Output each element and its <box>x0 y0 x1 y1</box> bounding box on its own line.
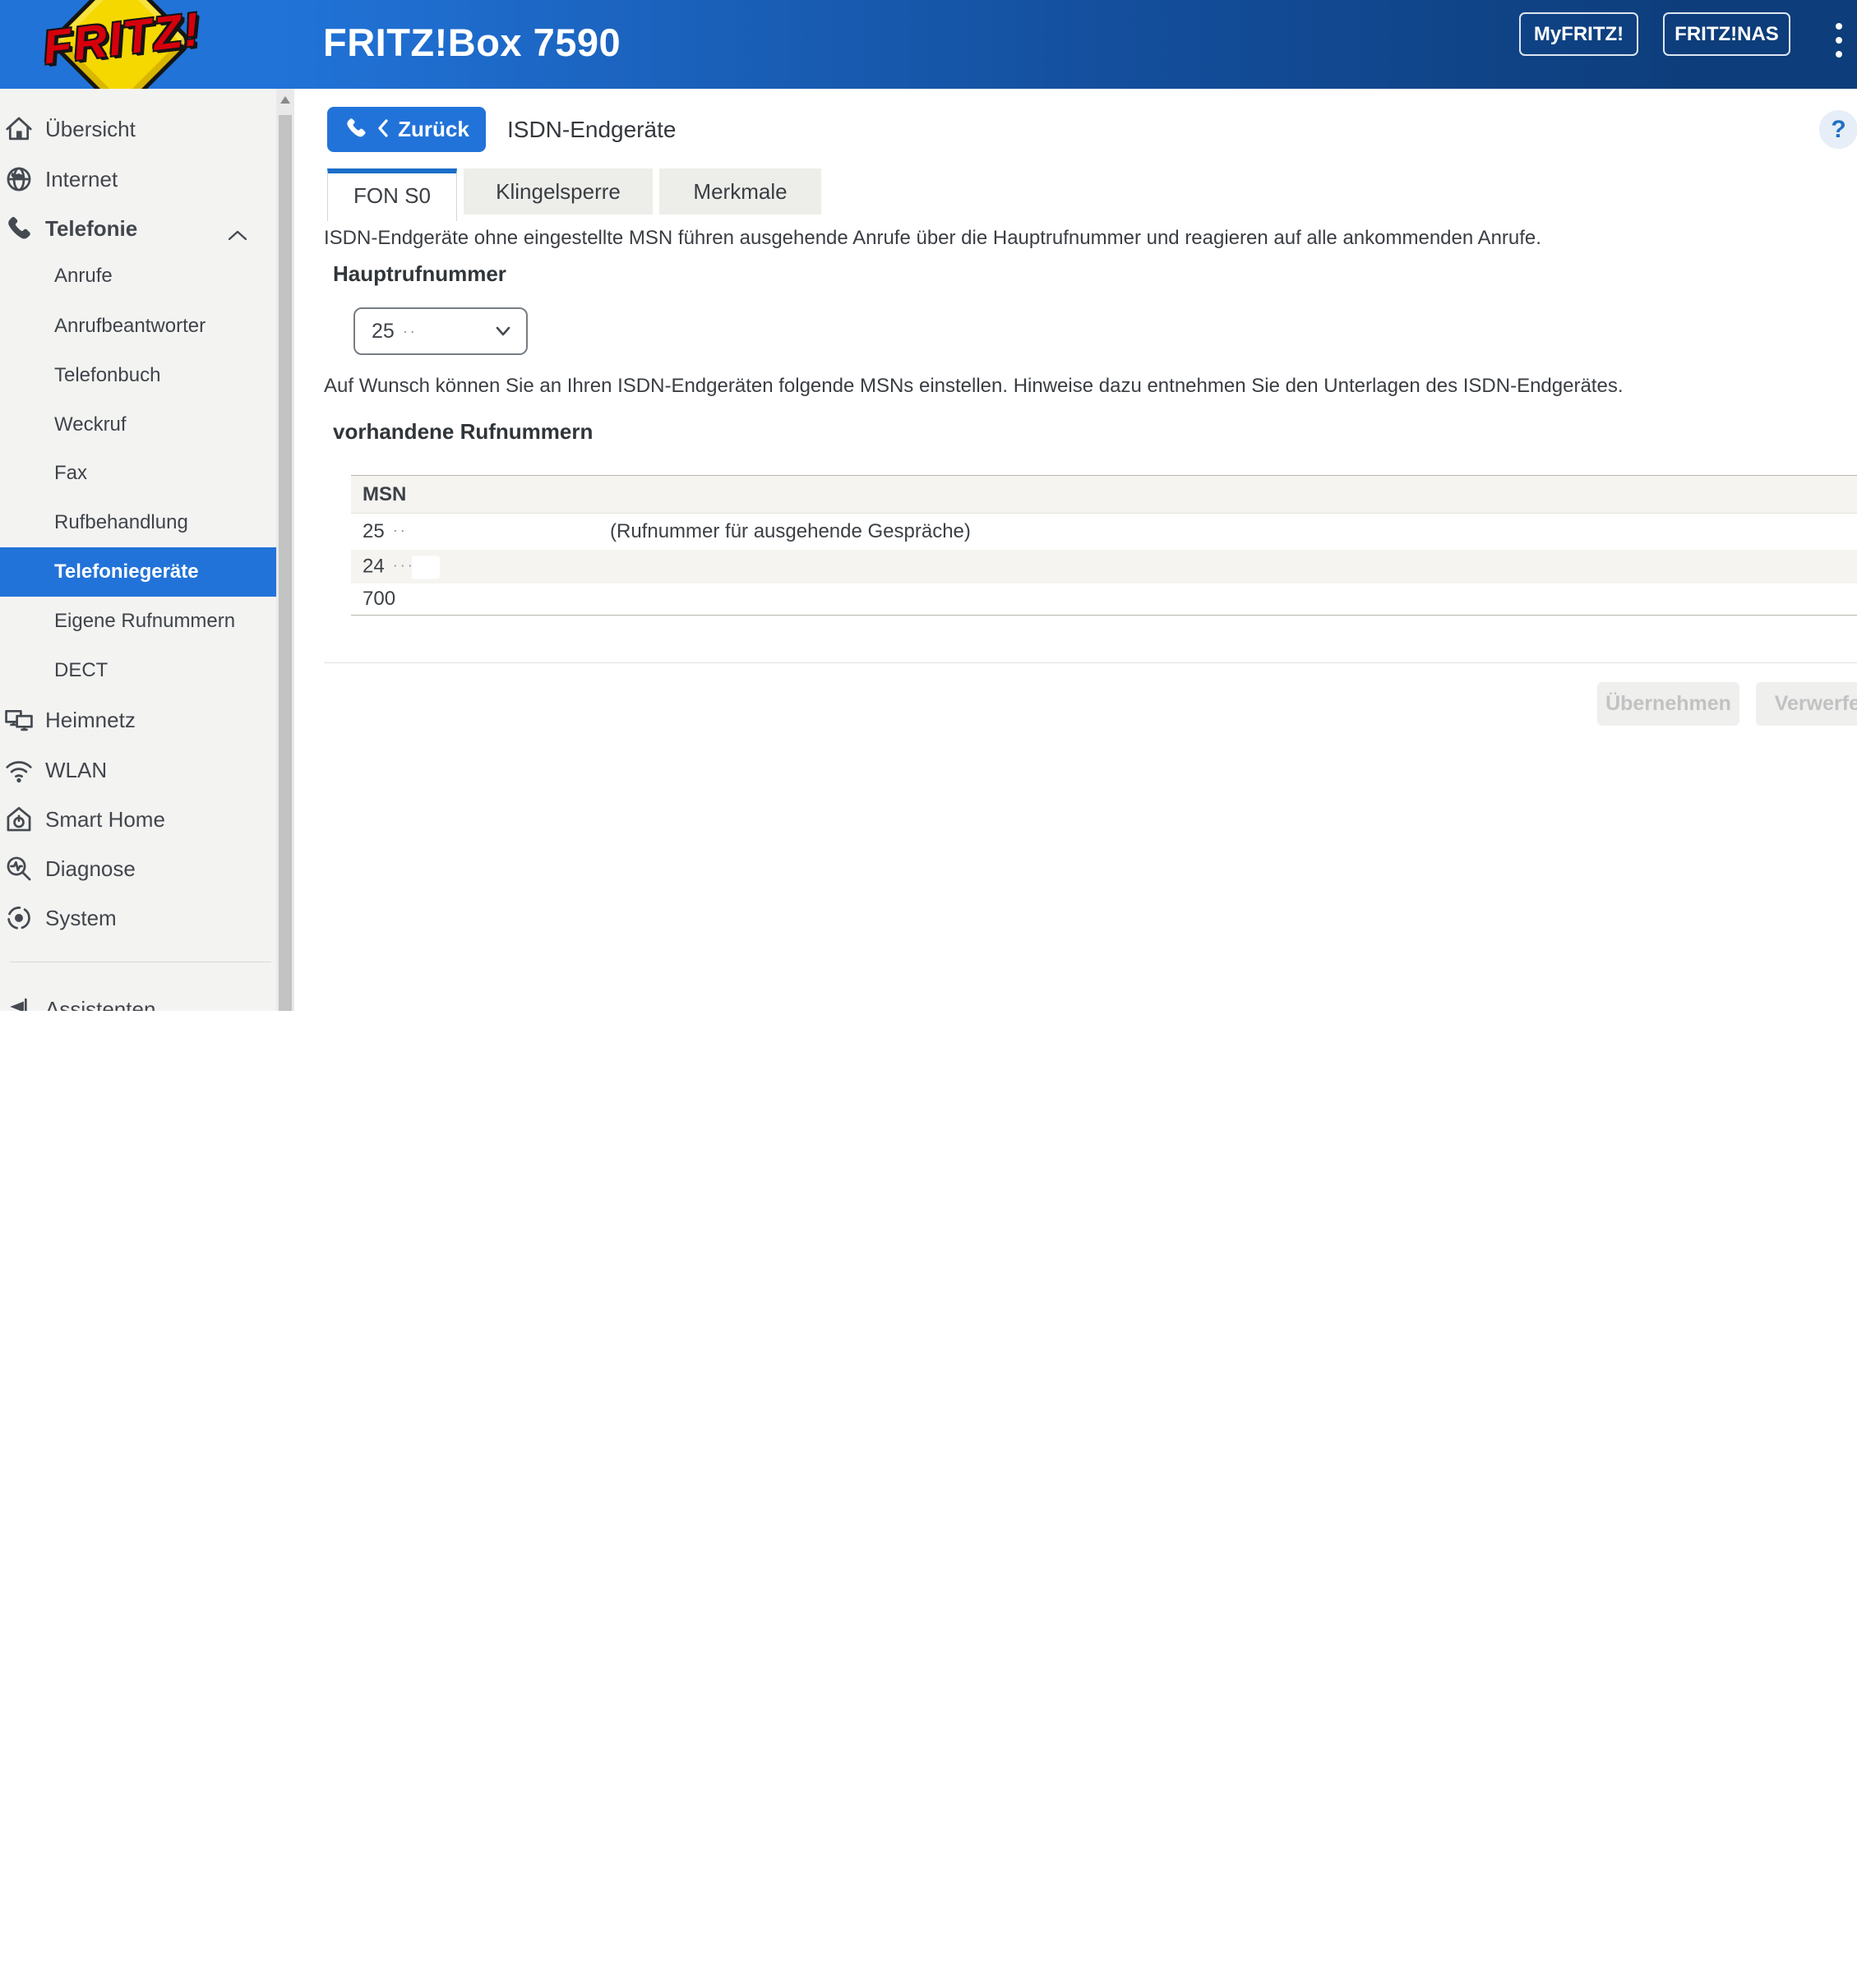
sidebar-item-anrufe[interactable]: Anrufe <box>0 251 276 301</box>
tab-fon-s0[interactable]: FON S0 <box>327 168 457 221</box>
chevron-up-icon <box>227 222 248 247</box>
sidebar-item-dect[interactable]: DECT <box>0 646 276 695</box>
sidebar-item-smart-home[interactable]: Smart Home <box>0 795 276 844</box>
sidebar: Übersicht Internet Telefonie Anrufe Anru… <box>0 89 294 1011</box>
help-button[interactable]: ? <box>1819 110 1857 149</box>
sidebar-item-label: Telefonie <box>45 215 138 241</box>
network-icon <box>2 703 36 736</box>
page-title: ISDN-Endgeräte <box>507 117 677 142</box>
select-value: 25 <box>372 319 395 343</box>
app-header: FRITZ! FRITZ!Box 7590 MyFRITZ! FRITZ!NAS <box>0 0 1857 116</box>
sidebar-item-label: System <box>45 905 117 930</box>
fritzbox-admin-page: FRITZ! FRITZ!Box 7590 MyFRITZ! FRITZ!NAS… <box>0 0 1857 1988</box>
sidebar-item-telefonie[interactable]: Telefonie <box>0 204 276 253</box>
tab-klingelsperre[interactable]: Klingelsperre <box>464 168 653 214</box>
sidebar-item-system[interactable]: System <box>0 893 276 943</box>
chevron-down-icon <box>495 325 511 341</box>
masked-digits: ·· <box>402 322 418 339</box>
sidebar-item-uebersicht[interactable]: Übersicht <box>0 104 276 154</box>
sidebar-item-label: Heimnetz <box>45 707 136 732</box>
wifi-icon <box>2 754 36 786</box>
msn-note: (Rufnummer für ausgehende Gespräche) <box>610 520 971 542</box>
sidebar-item-label: Übersicht <box>45 116 136 141</box>
sidebar-item-rufbehandlung[interactable]: Rufbehandlung <box>0 498 276 547</box>
sidebar-item-label: Assistenten <box>45 996 156 1012</box>
home-icon <box>2 113 36 145</box>
sidebar-item-label: WLAN <box>45 757 108 782</box>
system-icon <box>2 902 36 934</box>
phone-icon <box>2 212 36 245</box>
msn-value: 700 <box>363 588 396 610</box>
msn-column-header: MSN <box>363 482 407 505</box>
fritznas-button[interactable]: FRITZ!NAS <box>1663 12 1790 56</box>
table-row: 24 ··· <box>351 550 1857 583</box>
fritz-logo: FRITZ! <box>0 0 271 116</box>
sidebar-scrollbar-thumb[interactable] <box>279 115 292 1011</box>
msn-value: 25 <box>363 520 385 542</box>
msn-hint-text: Auf Wunsch können Sie an Ihren ISDN-Endg… <box>324 375 1624 397</box>
intro-text: ISDN-Endgeräte ohne eingestellte MSN füh… <box>324 227 1541 249</box>
sidebar-item-telefoniegeraete[interactable]: Telefoniegeräte <box>0 547 276 597</box>
section-divider <box>324 662 1857 663</box>
back-button[interactable]: Zurück <box>327 107 486 152</box>
sidebar-item-assistenten[interactable]: Assistenten <box>0 985 276 1011</box>
kebab-menu-icon[interactable] <box>1833 23 1845 66</box>
table-row: 25 ·· (Rufnummer für ausgehende Gespräche… <box>351 514 1857 550</box>
sidebar-item-internet[interactable]: Internet <box>0 155 276 204</box>
sidebar-item-telefonbuch[interactable]: Telefonbuch <box>0 351 276 400</box>
msn-value: 24 <box>363 555 385 577</box>
redaction-patch <box>411 556 440 579</box>
apply-button[interactable]: Übernehmen <box>1597 682 1739 726</box>
sidebar-item-weckruf[interactable]: Weckruf <box>0 400 276 450</box>
logo-text: FRITZ! <box>39 2 204 75</box>
masked-digits: ·· <box>392 522 408 538</box>
tab-merkmale[interactable]: Merkmale <box>659 168 821 214</box>
sidebar-item-eigene-rufnummern[interactable]: Eigene Rufnummern <box>0 597 276 646</box>
table-header-row: MSN <box>351 476 1857 514</box>
main-content: Zurück ISDN-Endgeräte ? FON S0 Klingelsp… <box>294 89 1857 1011</box>
msn-table: MSN 25 ·· (Rufnummer für ausgehende Gespr… <box>351 475 1857 616</box>
chevron-left-icon <box>376 118 390 141</box>
discard-button[interactable]: Verwerfen <box>1756 682 1857 726</box>
myfritz-button[interactable]: MyFRITZ! <box>1519 12 1638 56</box>
sidebar-item-heimnetz[interactable]: Heimnetz <box>0 695 276 745</box>
hauptrufnummer-heading: Hauptrufnummer <box>333 261 506 286</box>
sidebar-item-label: Diagnose <box>45 856 136 881</box>
sidebar-item-label: Internet <box>45 166 118 191</box>
sidebar-item-fax[interactable]: Fax <box>0 449 276 498</box>
globe-icon <box>2 163 36 196</box>
table-row: 700 <box>351 583 1857 615</box>
rufnummern-heading: vorhandene Rufnummern <box>333 419 594 444</box>
back-label: Zurück <box>398 117 469 141</box>
scrollbar-up-arrow-icon[interactable] <box>280 96 290 104</box>
app-title: FRITZ!Box 7590 <box>323 21 621 64</box>
sidebar-item-diagnose[interactable]: Diagnose <box>0 844 276 893</box>
sidebar-item-label: Smart Home <box>45 806 165 832</box>
smart-home-icon <box>2 803 36 836</box>
phone-icon <box>344 116 368 143</box>
sidebar-item-wlan[interactable]: WLAN <box>0 745 276 795</box>
hauptrufnummer-select[interactable]: 25 ·· <box>353 307 528 355</box>
sidebar-item-anrufbeantworter[interactable]: Anrufbeantworter <box>0 302 276 351</box>
diagnose-icon <box>2 852 36 885</box>
assistant-icon <box>2 993 36 1011</box>
